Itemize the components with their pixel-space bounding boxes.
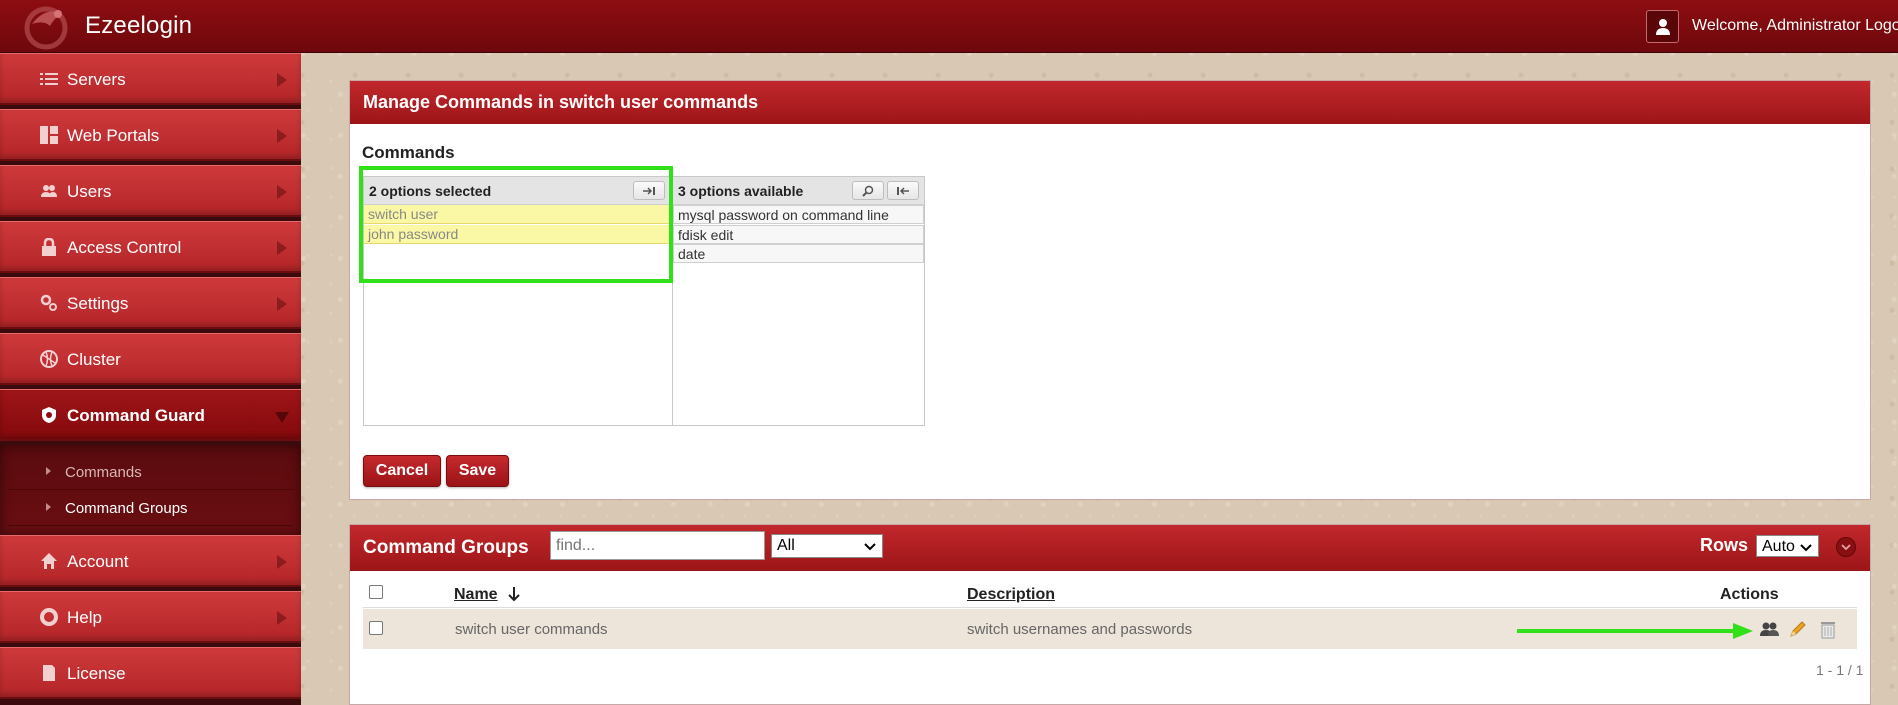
search-options-button[interactable] — [852, 181, 884, 200]
sidebar-item-label: Settings — [67, 294, 129, 313]
sidebar-item-label: Command Guard — [67, 406, 205, 425]
chevron-right-icon — [277, 555, 287, 569]
sidebar-item-license[interactable]: License — [0, 647, 301, 699]
chevron-right-icon — [277, 611, 287, 625]
panel-header: Manage Commands in switch user commands — [350, 81, 1870, 124]
document-icon — [43, 665, 55, 681]
bullet-icon — [46, 467, 51, 475]
available-option[interactable]: fdisk edit — [673, 225, 924, 244]
sidebar-item-web-portals[interactable]: Web Portals — [0, 109, 301, 161]
highlight-annotation-box — [359, 166, 673, 283]
chevron-down-icon — [275, 412, 289, 423]
available-list-header: 3 options available — [673, 177, 924, 205]
available-options-list[interactable]: 3 options available mysql password on co… — [672, 176, 925, 426]
row-checkbox[interactable] — [369, 621, 383, 635]
gears-icon — [40, 294, 57, 311]
lifebuoy-icon — [40, 608, 58, 626]
sidebar-item-command-guard[interactable]: Command Guard — [0, 389, 301, 441]
manage-commands-icon[interactable] — [1758, 618, 1780, 640]
sidebar-item-label: Account — [67, 552, 129, 571]
dashboard-icon — [40, 126, 58, 144]
sidebar-item-users[interactable]: Users — [0, 165, 301, 217]
sidebar-item-label: Users — [67, 182, 112, 201]
available-count-label: 3 options available — [678, 183, 804, 199]
sidebar-item-account[interactable]: Account — [0, 535, 301, 587]
submenu-item-command-groups[interactable]: Command Groups — [8, 490, 293, 526]
search-input[interactable] — [550, 531, 765, 560]
save-button[interactable]: Save — [446, 455, 509, 487]
collapse-panel-button[interactable] — [1836, 537, 1856, 557]
sidebar-item-label: Access Control — [67, 238, 182, 257]
sidebar-item-help[interactable]: Help — [0, 591, 301, 643]
chevron-right-icon — [277, 241, 287, 255]
chevron-right-icon — [277, 185, 287, 199]
table-divider — [363, 607, 1857, 608]
arrow-left-bar-icon — [897, 186, 909, 195]
rows-select[interactable]: Auto — [1756, 535, 1819, 557]
sidebar-item-label: Servers — [67, 70, 126, 89]
chevron-down-icon — [1800, 544, 1812, 552]
commands-label: Commands — [362, 143, 455, 162]
bullet-icon — [46, 503, 51, 511]
shield-icon — [42, 407, 56, 423]
row-description-cell: switch usernames and passwords — [967, 621, 1193, 638]
annotation-arrow-icon — [1517, 623, 1753, 639]
top-bar: Ezeelogin Welcome, Administrator Logout — [0, 0, 1898, 53]
column-header-actions: Actions — [1720, 586, 1779, 603]
chevron-right-icon — [277, 73, 287, 87]
edit-pencil-icon[interactable] — [1787, 618, 1809, 640]
submenu-item-label: Commands — [65, 464, 142, 481]
home-icon — [41, 553, 57, 569]
rows-label: Rows — [1700, 535, 1749, 555]
users-icon — [41, 185, 57, 197]
sidebar-item-settings[interactable]: Settings — [0, 277, 301, 329]
sidebar-item-label: Help — [67, 608, 102, 627]
submenu-item-commands[interactable]: Commands — [8, 454, 293, 490]
chevron-down-icon — [864, 543, 876, 551]
pagination-info: 1 - 1 / 1 — [1816, 662, 1864, 678]
column-header-description[interactable]: Description — [967, 586, 1055, 604]
chevron-right-icon — [277, 297, 287, 311]
user-avatar-icon[interactable] — [1646, 10, 1679, 43]
list-icon — [40, 73, 58, 85]
sort-descending-icon[interactable] — [508, 586, 520, 602]
available-option[interactable]: mysql password on command line — [673, 205, 924, 224]
lock-icon — [42, 238, 56, 256]
sidebar-item-access-control[interactable]: Access Control — [0, 221, 301, 273]
panel-title: Command Groups — [363, 537, 529, 558]
chevron-right-icon — [277, 129, 287, 143]
sidebar-item-cluster[interactable]: Cluster — [0, 333, 301, 385]
sidebar-item-label: Cluster — [67, 350, 121, 369]
chevron-down-icon — [1841, 544, 1851, 551]
filter-select[interactable]: All — [771, 534, 883, 558]
filter-select-value: All — [777, 537, 795, 554]
search-icon — [862, 185, 874, 197]
sidebar-item-label: License — [67, 664, 126, 683]
sidebar-item-servers[interactable]: Servers — [0, 53, 301, 105]
ezeelogin-logo-icon[interactable] — [18, 4, 74, 50]
globe-icon — [40, 350, 58, 368]
submenu-item-label: Command Groups — [65, 500, 188, 517]
column-header-name[interactable]: Name — [454, 586, 498, 604]
app-title: Ezeelogin — [85, 12, 193, 39]
rows-select-value: Auto — [1762, 538, 1795, 555]
row-name-cell: switch user commands — [455, 621, 608, 638]
delete-trash-icon[interactable] — [1817, 618, 1839, 640]
add-all-button[interactable] — [887, 181, 919, 200]
panel-title: Manage Commands in switch user commands — [363, 92, 759, 112]
welcome-logout-link[interactable]: Welcome, Administrator Logout — [1692, 17, 1898, 35]
cancel-button[interactable]: Cancel — [363, 455, 441, 487]
available-option[interactable]: date — [673, 244, 924, 263]
sidebar-item-label: Web Portals — [67, 126, 160, 145]
select-all-checkbox[interactable] — [369, 585, 383, 599]
